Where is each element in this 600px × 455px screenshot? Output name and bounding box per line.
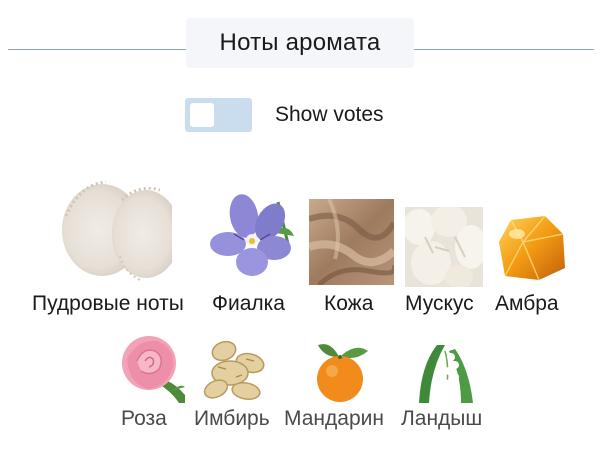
musk-image: [405, 207, 483, 287]
page-title: Ноты аромата: [219, 29, 381, 56]
note-label-ginger: Имбирь: [194, 407, 270, 430]
note-label-rose: Роза: [121, 407, 167, 430]
note-leather[interactable]: Кожа: [309, 199, 394, 320]
note-lily-of-the-valley[interactable]: Ландыш: [401, 345, 491, 433]
powder-image: [62, 180, 172, 281]
toggle-knob: [190, 103, 214, 127]
lily-of-the-valley-image: [419, 345, 473, 403]
note-label-leather: Кожа: [324, 292, 374, 315]
header-divider-left: [8, 49, 186, 50]
ginger-image: [203, 340, 265, 400]
violet-flower-image: [210, 194, 294, 276]
note-label-lily-of-the-valley: Ландыш: [401, 407, 483, 430]
note-label-violet: Фиалка: [212, 292, 285, 315]
note-musk[interactable]: Мускус: [403, 207, 485, 320]
section-title-box: Ноты аромата: [186, 18, 414, 68]
note-label-musk: Мускус: [405, 292, 474, 315]
leather-image: [309, 199, 394, 285]
note-label-mandarin: Мандарин: [284, 407, 384, 430]
header-divider-right: [414, 49, 594, 50]
show-votes-toggle[interactable]: [185, 98, 252, 132]
note-rose[interactable]: Роза: [117, 333, 185, 433]
note-violet[interactable]: Фиалка: [210, 192, 296, 320]
show-votes-label: Show votes: [275, 103, 384, 126]
rose-image: [122, 336, 185, 403]
note-label-amber: Амбра: [495, 292, 559, 315]
note-amber[interactable]: Амбра: [493, 212, 568, 320]
amber-image: [499, 215, 565, 281]
note-ginger[interactable]: Имбирь: [194, 337, 276, 433]
mandarin-image: [317, 344, 368, 402]
note-mandarin[interactable]: Мандарин: [284, 341, 394, 433]
fragrance-notes-page: Ноты аромата Show votes Пудровые ноты Фи…: [0, 0, 600, 455]
note-label-powder: Пудровые ноты: [32, 292, 184, 315]
note-powder[interactable]: Пудровые ноты: [32, 176, 202, 320]
